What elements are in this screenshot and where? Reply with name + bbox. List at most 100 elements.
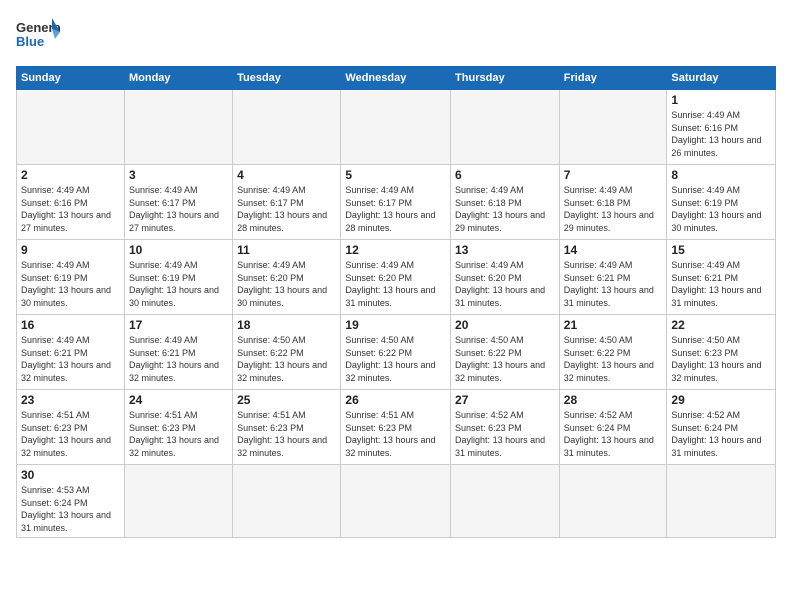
day-info: Sunrise: 4:49 AMSunset: 6:20 PMDaylight:… — [237, 259, 336, 309]
day-number: 14 — [564, 243, 663, 257]
weekday-header-row: Sunday Monday Tuesday Wednesday Thursday… — [17, 67, 776, 90]
calendar-cell: 21 Sunrise: 4:50 AMSunset: 6:22 PMDayligh… — [559, 315, 667, 390]
calendar-cell: 24 Sunrise: 4:51 AMSunset: 6:23 PMDayligh… — [124, 390, 232, 465]
day-number: 24 — [129, 393, 228, 407]
calendar-week-row: 1Sunrise: 4:49 AMSunset: 6:16 PMDaylight… — [17, 90, 776, 165]
day-number: 27 — [455, 393, 555, 407]
calendar-cell — [17, 90, 125, 165]
calendar-cell: 5 Sunrise: 4:49 AMSunset: 6:17 PMDaylight… — [341, 165, 451, 240]
calendar-table: Sunday Monday Tuesday Wednesday Thursday… — [16, 66, 776, 538]
day-info: Sunrise: 4:51 AMSunset: 6:23 PMDaylight:… — [129, 409, 228, 459]
calendar-cell: 15 Sunrise: 4:49 AMSunset: 6:21 PMDayligh… — [667, 240, 776, 315]
header-monday: Monday — [124, 67, 232, 90]
day-info: Sunrise: 4:52 AMSunset: 6:23 PMDaylight:… — [455, 409, 555, 459]
day-number: 6 — [455, 168, 555, 182]
calendar-cell: 19 Sunrise: 4:50 AMSunset: 6:22 PMDayligh… — [341, 315, 451, 390]
day-number: 5 — [345, 168, 446, 182]
calendar-cell: 10 Sunrise: 4:49 AMSunset: 6:19 PMDayligh… — [124, 240, 232, 315]
day-info: Sunrise: 4:49 AMSunset: 6:21 PMDaylight:… — [21, 334, 120, 384]
calendar-cell: 25Sunrise: 4:51 AMSunset: 6:23 PMDayligh… — [233, 390, 341, 465]
day-info: Sunrise: 4:51 AMSunset: 6:23 PMDaylight:… — [345, 409, 446, 459]
calendar-cell: 27 Sunrise: 4:52 AMSunset: 6:23 PMDayligh… — [451, 390, 560, 465]
day-number: 18 — [237, 318, 336, 332]
header: General Blue — [16, 16, 776, 56]
header-thursday: Thursday — [451, 67, 560, 90]
day-number: 9 — [21, 243, 120, 257]
day-number: 21 — [564, 318, 663, 332]
day-info: Sunrise: 4:49 AMSunset: 6:18 PMDaylight:… — [455, 184, 555, 234]
calendar-cell — [559, 465, 667, 538]
calendar-cell: 22Sunrise: 4:50 AMSunset: 6:23 PMDayligh… — [667, 315, 776, 390]
calendar-cell: 23 Sunrise: 4:51 AMSunset: 6:23 PMDayligh… — [17, 390, 125, 465]
day-info: Sunrise: 4:50 AMSunset: 6:22 PMDaylight:… — [237, 334, 336, 384]
calendar-week-row: 2 Sunrise: 4:49 AMSunset: 6:16 PMDaylight… — [17, 165, 776, 240]
day-number: 15 — [671, 243, 771, 257]
day-number: 23 — [21, 393, 120, 407]
day-info: Sunrise: 4:49 AMSunset: 6:20 PMDaylight:… — [345, 259, 446, 309]
calendar-cell: 11 Sunrise: 4:49 AMSunset: 6:20 PMDayligh… — [233, 240, 341, 315]
day-info: Sunrise: 4:49 AMSunset: 6:18 PMDaylight:… — [564, 184, 663, 234]
calendar-cell: 6 Sunrise: 4:49 AMSunset: 6:18 PMDaylight… — [451, 165, 560, 240]
day-info: Sunrise: 4:49 AMSunset: 6:20 PMDaylight:… — [455, 259, 555, 309]
calendar-cell: 30 Sunrise: 4:53 AMSunset: 6:24 PMDayligh… — [17, 465, 125, 538]
calendar-cell — [124, 465, 232, 538]
day-info: Sunrise: 4:50 AMSunset: 6:23 PMDaylight:… — [671, 334, 771, 384]
page: General Blue Sunday Monday Tuesday Wedne… — [0, 0, 792, 612]
header-tuesday: Tuesday — [233, 67, 341, 90]
calendar-cell — [233, 90, 341, 165]
calendar-cell: 12 Sunrise: 4:49 AMSunset: 6:20 PMDayligh… — [341, 240, 451, 315]
calendar-cell: 7 Sunrise: 4:49 AMSunset: 6:18 PMDaylight… — [559, 165, 667, 240]
header-wednesday: Wednesday — [341, 67, 451, 90]
day-info: Sunrise: 4:49 AMSunset: 6:16 PMDaylight:… — [21, 184, 120, 234]
calendar-week-row: 23 Sunrise: 4:51 AMSunset: 6:23 PMDayligh… — [17, 390, 776, 465]
calendar-cell: 8 Sunrise: 4:49 AMSunset: 6:19 PMDaylight… — [667, 165, 776, 240]
calendar-cell: 9 Sunrise: 4:49 AMSunset: 6:19 PMDaylight… — [17, 240, 125, 315]
day-number: 8 — [671, 168, 771, 182]
day-number: 12 — [345, 243, 446, 257]
day-number: 7 — [564, 168, 663, 182]
calendar-cell: 4 Sunrise: 4:49 AMSunset: 6:17 PMDaylight… — [233, 165, 341, 240]
calendar-cell: 20 Sunrise: 4:50 AMSunset: 6:22 PMDayligh… — [451, 315, 560, 390]
calendar-cell — [124, 90, 232, 165]
day-info: Sunrise: 4:49 AMSunset: 6:19 PMDaylight:… — [129, 259, 228, 309]
day-info: Sunrise: 4:49 AMSunset: 6:17 PMDaylight:… — [345, 184, 446, 234]
calendar-cell — [667, 465, 776, 538]
day-number: 2 — [21, 168, 120, 182]
day-info: Sunrise: 4:49 AMSunset: 6:17 PMDaylight:… — [237, 184, 336, 234]
day-info: Sunrise: 4:51 AMSunset: 6:23 PMDaylight:… — [237, 409, 336, 459]
day-info: Sunrise: 4:52 AMSunset: 6:24 PMDaylight:… — [564, 409, 663, 459]
day-number: 19 — [345, 318, 446, 332]
day-number: 10 — [129, 243, 228, 257]
day-number: 4 — [237, 168, 336, 182]
svg-text:Blue: Blue — [16, 34, 44, 49]
calendar-cell — [559, 90, 667, 165]
day-info: Sunrise: 4:51 AMSunset: 6:23 PMDaylight:… — [21, 409, 120, 459]
day-number: 30 — [21, 468, 120, 482]
calendar-cell: 14Sunrise: 4:49 AMSunset: 6:21 PMDayligh… — [559, 240, 667, 315]
day-number: 11 — [237, 243, 336, 257]
calendar-cell — [451, 90, 560, 165]
calendar-cell: 3 Sunrise: 4:49 AMSunset: 6:17 PMDaylight… — [124, 165, 232, 240]
day-info: Sunrise: 4:49 AMSunset: 6:19 PMDaylight:… — [671, 184, 771, 234]
calendar-cell: 2 Sunrise: 4:49 AMSunset: 6:16 PMDaylight… — [17, 165, 125, 240]
calendar-week-row: 9 Sunrise: 4:49 AMSunset: 6:19 PMDaylight… — [17, 240, 776, 315]
calendar-cell: 16Sunrise: 4:49 AMSunset: 6:21 PMDayligh… — [17, 315, 125, 390]
day-info: Sunrise: 4:53 AMSunset: 6:24 PMDaylight:… — [21, 484, 120, 534]
day-info: Sunrise: 4:50 AMSunset: 6:22 PMDaylight:… — [345, 334, 446, 384]
day-info: Sunrise: 4:49 AMSunset: 6:19 PMDaylight:… — [21, 259, 120, 309]
header-sunday: Sunday — [17, 67, 125, 90]
day-info: Sunrise: 4:50 AMSunset: 6:22 PMDaylight:… — [455, 334, 555, 384]
day-number: 1 — [671, 93, 771, 107]
day-info: Sunrise: 4:50 AMSunset: 6:22 PMDaylight:… — [564, 334, 663, 384]
calendar-cell: 28Sunrise: 4:52 AMSunset: 6:24 PMDayligh… — [559, 390, 667, 465]
day-number: 20 — [455, 318, 555, 332]
calendar-cell: 1Sunrise: 4:49 AMSunset: 6:16 PMDaylight… — [667, 90, 776, 165]
calendar-cell — [341, 90, 451, 165]
calendar-cell: 17Sunrise: 4:49 AMSunset: 6:21 PMDayligh… — [124, 315, 232, 390]
day-number: 26 — [345, 393, 446, 407]
day-number: 3 — [129, 168, 228, 182]
day-info: Sunrise: 4:52 AMSunset: 6:24 PMDaylight:… — [671, 409, 771, 459]
day-info: Sunrise: 4:49 AMSunset: 6:17 PMDaylight:… — [129, 184, 228, 234]
day-info: Sunrise: 4:49 AMSunset: 6:21 PMDaylight:… — [671, 259, 771, 309]
day-info: Sunrise: 4:49 AMSunset: 6:21 PMDaylight:… — [129, 334, 228, 384]
